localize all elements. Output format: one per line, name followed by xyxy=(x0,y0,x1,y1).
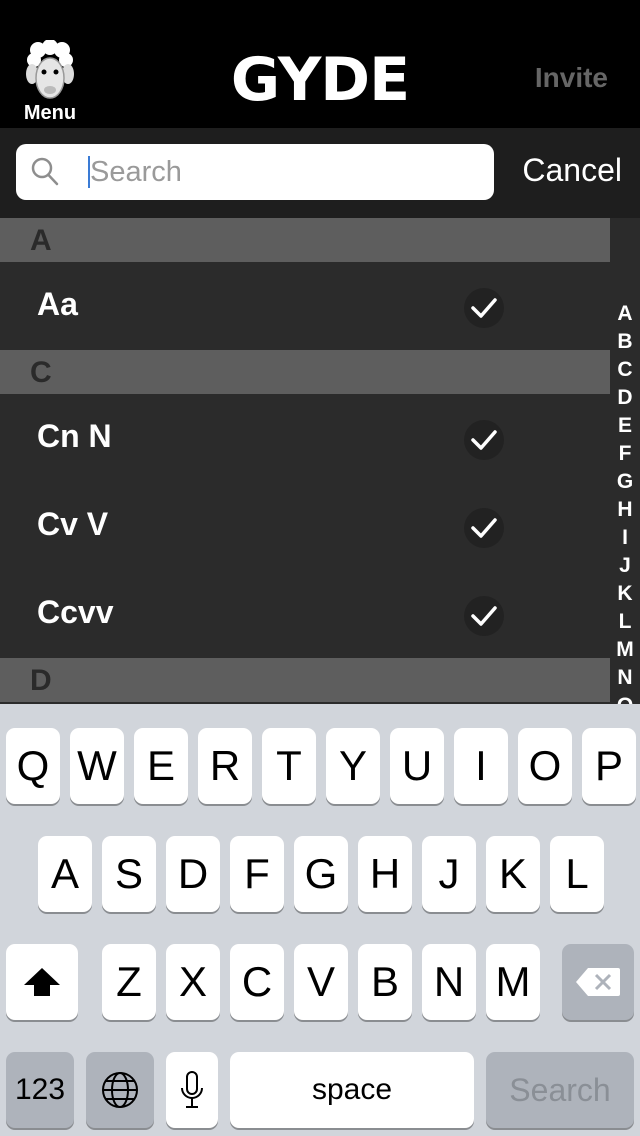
index-letter[interactable]: H xyxy=(610,496,640,524)
search-field[interactable] xyxy=(16,144,494,200)
checkmark-icon[interactable] xyxy=(464,596,504,636)
index-letter[interactable]: B xyxy=(610,328,640,356)
index-letter[interactable]: E xyxy=(610,412,640,440)
key-a[interactable]: A xyxy=(38,836,92,912)
section-index[interactable]: A B C D E F G H I J K L M N O xyxy=(610,300,640,704)
key-k[interactable]: K xyxy=(486,836,540,912)
keyboard-row-3: Z X C V B N M xyxy=(0,944,640,1020)
key-i[interactable]: I xyxy=(454,728,508,804)
section-letter: C xyxy=(30,356,52,389)
key-d[interactable]: D xyxy=(166,836,220,912)
key-r[interactable]: R xyxy=(198,728,252,804)
index-letter[interactable]: O xyxy=(610,692,640,704)
list-item-label: Cn N xyxy=(37,418,112,454)
key-m[interactable]: M xyxy=(486,944,540,1020)
shift-key[interactable] xyxy=(6,944,78,1020)
index-letter[interactable]: G xyxy=(610,468,640,496)
globe-icon xyxy=(102,1072,138,1108)
keyboard: Q W E R T Y U I O P A S D F G H J K L Z … xyxy=(0,704,640,1136)
key-c[interactable]: C xyxy=(230,944,284,1020)
keyboard-row-2: A S D F G H J K L xyxy=(0,836,640,912)
globe-key[interactable] xyxy=(86,1052,154,1128)
section-header: A xyxy=(0,218,610,262)
key-x[interactable]: X xyxy=(166,944,220,1020)
cancel-button[interactable]: Cancel xyxy=(522,152,622,189)
key-y[interactable]: Y xyxy=(326,728,380,804)
index-letter[interactable]: F xyxy=(610,440,640,468)
keyboard-row-4: 123 space Search xyxy=(0,1052,640,1128)
key-s[interactable]: S xyxy=(102,836,156,912)
microphone-icon xyxy=(181,1071,203,1108)
section-letter: D xyxy=(30,664,52,697)
list-item[interactable]: Ccvv xyxy=(0,570,610,658)
section-letter: A xyxy=(30,224,52,257)
index-letter[interactable]: L xyxy=(610,608,640,636)
checkmark-icon[interactable] xyxy=(464,508,504,548)
checkmark-icon[interactable] xyxy=(464,420,504,460)
index-letter[interactable]: J xyxy=(610,552,640,580)
backspace-key[interactable] xyxy=(562,944,634,1020)
microphone-key[interactable] xyxy=(166,1052,218,1128)
shift-icon xyxy=(24,968,60,996)
index-letter[interactable]: A xyxy=(610,300,640,328)
search-icon xyxy=(31,157,59,186)
search-input[interactable] xyxy=(90,152,480,192)
key-q[interactable]: Q xyxy=(6,728,60,804)
key-f[interactable]: F xyxy=(230,836,284,912)
key-t[interactable]: T xyxy=(262,728,316,804)
index-letter[interactable]: M xyxy=(610,636,640,664)
section-header: D xyxy=(0,658,610,702)
key-g[interactable]: G xyxy=(294,836,348,912)
backspace-icon xyxy=(576,968,620,996)
index-letter[interactable]: I xyxy=(610,524,640,552)
list-item[interactable]: Cn N xyxy=(0,394,610,482)
key-u[interactable]: U xyxy=(390,728,444,804)
invite-button[interactable]: Invite xyxy=(535,62,608,94)
app-header: Menu GYDE Invite xyxy=(0,0,640,128)
key-e[interactable]: E xyxy=(134,728,188,804)
list-item-label: Aa xyxy=(37,286,78,322)
index-letter[interactable]: C xyxy=(610,356,640,384)
list-item[interactable]: Cv V xyxy=(0,482,610,570)
key-o[interactable]: O xyxy=(518,728,572,804)
key-p[interactable]: P xyxy=(582,728,636,804)
key-z[interactable]: Z xyxy=(102,944,156,1020)
contact-list[interactable]: A Aa C Cn N Cv V Ccvv D xyxy=(0,218,640,704)
numbers-key[interactable]: 123 xyxy=(6,1052,74,1128)
list-item-label: Ccvv xyxy=(37,594,114,630)
checkmark-icon[interactable] xyxy=(464,288,504,328)
index-letter[interactable]: D xyxy=(610,384,640,412)
list-item[interactable]: Aa xyxy=(0,262,610,350)
key-l[interactable]: L xyxy=(550,836,604,912)
search-key[interactable]: Search xyxy=(486,1052,634,1128)
space-key[interactable]: space xyxy=(230,1052,474,1128)
key-v[interactable]: V xyxy=(294,944,348,1020)
key-n[interactable]: N xyxy=(422,944,476,1020)
key-b[interactable]: B xyxy=(358,944,412,1020)
keyboard-row-1: Q W E R T Y U I O P xyxy=(0,728,640,804)
search-bar: Cancel xyxy=(0,128,640,218)
list-item-label: Cv V xyxy=(37,506,109,542)
index-letter[interactable]: K xyxy=(610,580,640,608)
key-j[interactable]: J xyxy=(422,836,476,912)
index-letter[interactable]: N xyxy=(610,664,640,692)
key-h[interactable]: H xyxy=(358,836,412,912)
key-w[interactable]: W xyxy=(70,728,124,804)
section-header: C xyxy=(0,350,610,394)
